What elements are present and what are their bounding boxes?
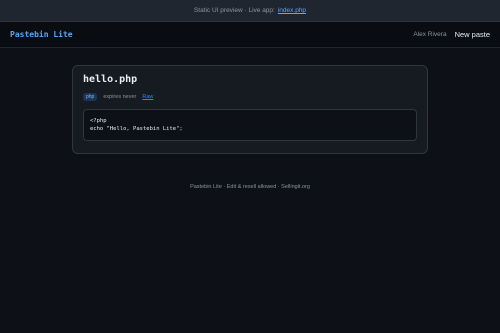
language-badge: php [83,93,98,101]
paste-meta: php expires never Raw [83,93,417,101]
nav-right: Alex Rivera New paste [413,30,490,39]
paste-card: hello.php php expires never Raw <?php ec… [72,65,428,154]
new-paste-link[interactable]: New paste [455,30,490,39]
banner-text: Static UI preview · Live app: [193,7,275,14]
code-line: echo "Hello, Pastebin Lite"; [90,126,183,132]
raw-link[interactable]: Raw [142,94,153,100]
paste-title: hello.php [83,74,138,85]
top-navbar: Pastebin Lite Alex Rivera New paste [0,22,500,48]
user-name[interactable]: Alex Rivera [413,31,446,38]
code-line: <?php [90,118,107,124]
brand-logo[interactable]: Pastebin Lite [10,30,73,39]
code-block[interactable]: <?php echo "Hello, Pastebin Lite"; [83,109,417,141]
preview-banner: Static UI preview · Live app: index.php [0,0,500,22]
expiry-text: expires never [103,94,137,100]
footer: Pastebin Lite · Edit & resell allowed · … [190,184,310,190]
live-app-link[interactable]: index.php [278,7,306,14]
